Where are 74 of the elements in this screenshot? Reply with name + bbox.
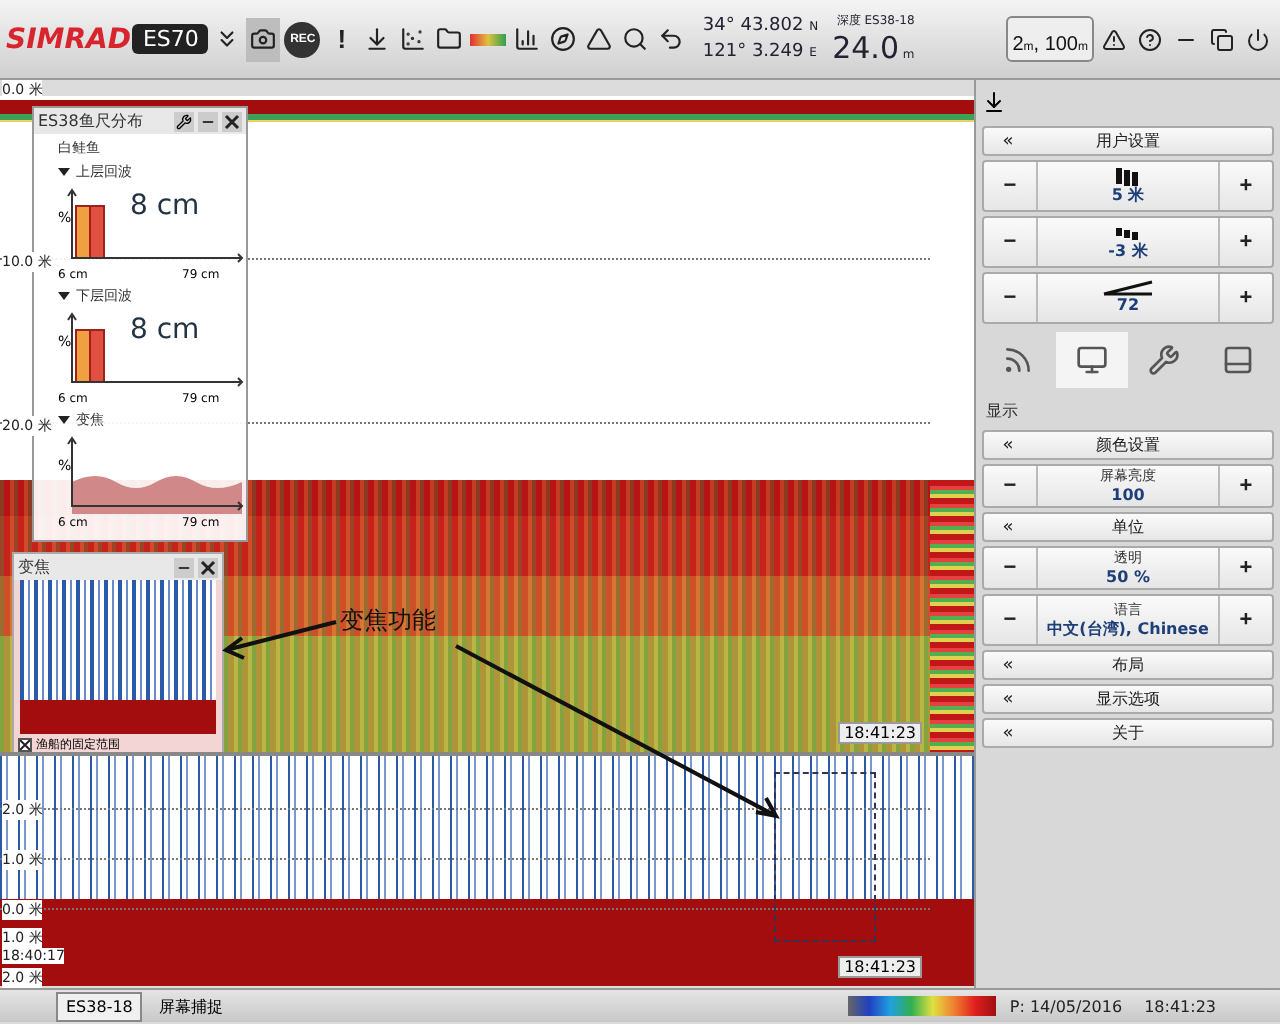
model-badge: ES70 <box>132 24 209 54</box>
caret-icon <box>58 166 70 178</box>
camera-button[interactable] <box>246 17 281 61</box>
sonar-icon <box>1002 344 1035 376</box>
setting-value: 72 <box>1116 296 1140 316</box>
warning-icon <box>1101 27 1125 51</box>
user-settings-button[interactable]: « 用户设置 <box>982 126 1274 156</box>
close-icon <box>200 559 216 575</box>
minimize-button[interactable] <box>174 557 194 577</box>
annotation-text: 变焦功能 <box>340 604 436 638</box>
increase-button[interactable]: + <box>1220 548 1272 588</box>
section-title: 显示 <box>984 400 1020 424</box>
menu-button[interactable]: « 布局 <box>982 650 1274 680</box>
decrease-button[interactable]: − <box>984 596 1036 644</box>
close-button[interactable] <box>198 557 218 577</box>
monitor-icon <box>1075 344 1108 376</box>
timestamp: 18:41:23 <box>838 722 922 744</box>
setting-value: 50 % <box>1106 567 1150 587</box>
tools-icon <box>1148 344 1181 376</box>
slope-icon <box>1102 280 1154 296</box>
increase-button[interactable]: + <box>1220 274 1272 322</box>
setting-value: -3 米 <box>1108 242 1148 262</box>
settings-tab[interactable] <box>1055 332 1128 388</box>
status-tab[interactable]: 屏幕捕捉 <box>148 991 233 1021</box>
window-title: 变焦 <box>18 556 50 578</box>
increase-button[interactable]: + <box>1220 596 1272 644</box>
decrease-button[interactable]: − <box>984 218 1036 266</box>
brand-logo: SIMRAD <box>6 23 131 55</box>
power-icon <box>1245 27 1269 51</box>
selection-rectangle[interactable] <box>774 772 876 942</box>
menu-button[interactable]: « 显示选项 <box>982 684 1274 714</box>
restore-icon <box>1209 27 1233 51</box>
menu-button[interactable]: « 颜色设置 <box>982 430 1274 460</box>
close-icon <box>224 113 240 129</box>
time-text: 18:41:23 <box>1142 997 1218 1015</box>
setting-value: 100 <box>1111 485 1145 505</box>
increase-button[interactable]: + <box>1220 466 1272 506</box>
setting-value: 5 米 <box>1111 186 1145 206</box>
menu-button[interactable]: « 关于 <box>982 718 1274 748</box>
caret-icon <box>58 414 70 426</box>
close-button[interactable] <box>222 111 242 131</box>
setting-value: 中文(台湾), Chinese <box>1047 619 1209 639</box>
bar-chart-icon <box>514 26 541 52</box>
increase-button[interactable]: + <box>1220 218 1272 266</box>
signal-bars-icon <box>1114 166 1142 186</box>
minimize-button[interactable] <box>198 111 218 131</box>
panel-title: ES38鱼尺分布 <box>38 110 143 132</box>
alert-button[interactable]: ! <box>324 17 359 61</box>
size-value: 8 cm <box>130 190 200 222</box>
search-icon <box>622 26 649 52</box>
size-value: 8 cm <box>130 314 200 346</box>
menu-button[interactable]: « 单位 <box>982 512 1274 542</box>
triangle-icon <box>586 26 613 52</box>
status-tab[interactable]: ES38-18 <box>56 991 143 1021</box>
timestamp: 18:41:23 <box>838 956 922 978</box>
decrease-button[interactable]: − <box>984 548 1036 588</box>
decrease-button[interactable]: − <box>984 274 1036 322</box>
increase-button[interactable]: + <box>1220 162 1272 210</box>
compass-icon <box>550 26 577 52</box>
decrease-button[interactable]: − <box>984 162 1036 210</box>
layout-icon <box>1221 344 1254 376</box>
caret-icon <box>58 290 70 302</box>
scatter-icon <box>400 26 427 52</box>
camera-icon <box>250 26 277 52</box>
return-arrow-icon <box>658 26 685 52</box>
decrease-button[interactable]: − <box>984 466 1036 506</box>
color-scale-icon <box>470 33 507 45</box>
help-icon <box>1137 27 1161 51</box>
signal-bars-icon <box>1114 222 1142 242</box>
depth-line-icon <box>364 26 391 52</box>
folder-icon <box>436 26 463 52</box>
checkbox[interactable] <box>18 737 32 751</box>
date-text: P: 14/05/2016 <box>1007 997 1125 1015</box>
annotation-arrow <box>222 620 338 660</box>
